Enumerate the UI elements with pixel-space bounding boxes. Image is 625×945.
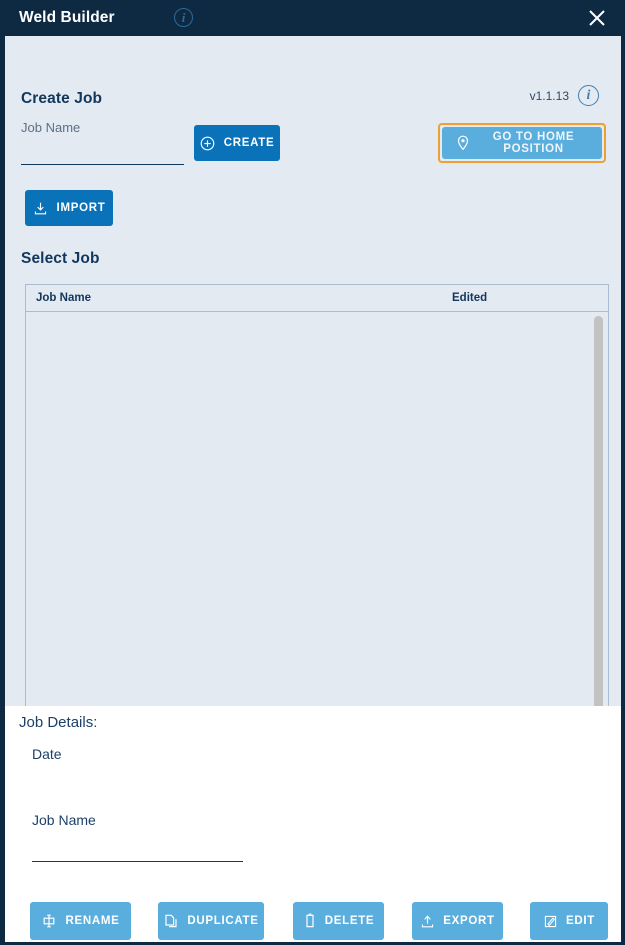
- job-name-label: Job Name: [21, 120, 81, 135]
- duplicate-button-label: DUPLICATE: [187, 915, 259, 927]
- rename-button[interactable]: RENAME: [30, 902, 131, 940]
- rename-icon: [41, 913, 57, 929]
- download-icon: [33, 201, 48, 216]
- rename-button-label: RENAME: [65, 915, 120, 927]
- export-button[interactable]: EXPORT: [412, 902, 503, 940]
- export-button-label: EXPORT: [443, 915, 495, 927]
- title-bar: Weld Builder i: [5, 0, 621, 36]
- job-name-field: Job Name: [21, 120, 184, 165]
- trash-icon: [303, 913, 317, 929]
- create-and-select-panel: Create Job v1.1.13 i Job Name CREATE GO …: [5, 36, 621, 734]
- version-indicator: v1.1.13 i: [530, 85, 599, 106]
- job-details-heading: Job Details:: [19, 714, 98, 731]
- info-circle-icon[interactable]: i: [174, 8, 193, 27]
- duplicate-button[interactable]: DUPLICATE: [158, 902, 264, 940]
- scrollbar-thumb[interactable]: [594, 316, 603, 729]
- job-details-job-name-label: Job Name: [32, 812, 96, 828]
- job-table-body[interactable]: [26, 312, 608, 733]
- select-job-heading: Select Job: [21, 250, 100, 267]
- job-action-bar: RENAME DUPLICATE DELETE EXPORT EDIT: [5, 902, 621, 942]
- vertical-scrollbar[interactable]: [593, 312, 606, 733]
- version-text: v1.1.13: [529, 88, 569, 103]
- delete-button-label: DELETE: [324, 915, 375, 927]
- column-header-edited[interactable]: Edited: [452, 292, 487, 304]
- job-details-date-label: Date: [32, 746, 62, 762]
- job-table: Job Name Edited: [25, 284, 609, 734]
- job-name-input[interactable]: [21, 139, 184, 165]
- close-icon[interactable]: [586, 7, 608, 29]
- job-details-job-name-input[interactable]: [32, 840, 243, 862]
- weld-builder-window: Weld Builder i Create Job v1.1.13 i Job …: [0, 0, 625, 945]
- home-button-label: GO TO HOME POSITION: [492, 131, 575, 155]
- job-table-header: Job Name Edited: [26, 285, 608, 312]
- import-button-label: IMPORT: [56, 202, 106, 214]
- map-pin-icon: [456, 135, 470, 151]
- job-details-panel: Job Details: Date Job Name RENAME DUPLIC…: [5, 706, 621, 942]
- titlebar-info-icon-wrapper[interactable]: i: [174, 8, 193, 27]
- plus-circle-icon: [200, 136, 215, 151]
- create-job-heading: Create Job: [21, 90, 103, 107]
- delete-button[interactable]: DELETE: [293, 902, 384, 940]
- create-button-label: CREATE: [223, 137, 275, 149]
- column-header-job-name[interactable]: Job Name: [36, 292, 91, 304]
- window-title: Weld Builder: [19, 9, 115, 26]
- upload-icon: [420, 914, 435, 929]
- pencil-square-icon: [543, 914, 558, 929]
- copy-icon: [163, 913, 179, 929]
- go-to-home-position-button[interactable]: GO TO HOME POSITION: [442, 127, 602, 159]
- create-button[interactable]: CREATE: [194, 125, 280, 161]
- edit-button-label: EDIT: [566, 915, 595, 927]
- import-button[interactable]: IMPORT: [25, 190, 113, 226]
- edit-button[interactable]: EDIT: [530, 902, 608, 940]
- info-circle-icon[interactable]: i: [578, 85, 599, 106]
